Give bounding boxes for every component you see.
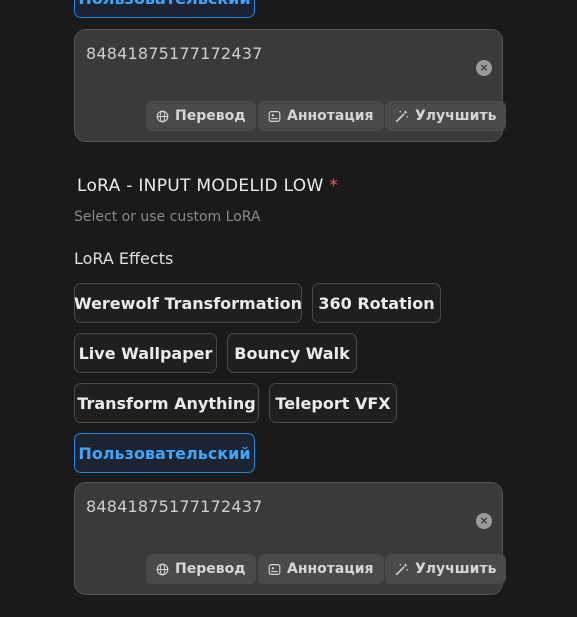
translate-label: Перевод: [175, 561, 246, 577]
translate-button[interactable]: Перевод: [146, 554, 256, 584]
effect-chip-werewolf-transformation[interactable]: Werewolf Transformation: [74, 283, 302, 323]
globe-icon: [156, 563, 169, 575]
effect-chip-live-wallpaper[interactable]: Live Wallpaper: [74, 333, 217, 373]
improve-label: Улучшить: [415, 561, 497, 577]
close-circle-icon[interactable]: ×: [476, 513, 492, 529]
lora-settings-panel: Пользовательский 84841875177172437 × Пер…: [0, 0, 577, 617]
lora-effects-label: LoRA Effects: [74, 249, 174, 268]
prompt-input-lora[interactable]: 84841875177172437: [86, 497, 262, 516]
lora-section-title: LoRA - INPUT MODELID LOW *: [77, 176, 338, 196]
annotate-button[interactable]: Аннотация: [258, 554, 384, 584]
image-caption-icon: [268, 110, 281, 122]
custom-lora-chip-top[interactable]: Пользовательский: [74, 0, 255, 18]
annotate-label: Аннотация: [287, 561, 374, 577]
magic-wand-icon: [395, 109, 409, 123]
effect-chip-bouncy-walk[interactable]: Bouncy Walk: [227, 333, 357, 373]
improve-label: Улучшить: [415, 108, 497, 124]
annotate-label: Аннотация: [287, 108, 374, 124]
improve-button[interactable]: Улучшить: [385, 554, 507, 584]
close-circle-icon[interactable]: ×: [476, 60, 492, 76]
prompt-box-lora: 84841875177172437 × Перевод Аннотация Ул…: [74, 482, 507, 595]
prompt-box-top: 84841875177172437 × Перевод Аннотация Ул…: [74, 29, 507, 142]
effect-chip-360-rotation[interactable]: 360 Rotation: [312, 283, 441, 323]
effect-chip-transform-anything[interactable]: Transform Anything: [74, 383, 259, 423]
translate-label: Перевод: [175, 108, 246, 124]
effect-chip-teleport-vfx[interactable]: Teleport VFX: [269, 383, 397, 423]
globe-icon: [156, 110, 169, 122]
magic-wand-icon: [395, 562, 409, 576]
translate-button-top[interactable]: Перевод: [146, 101, 256, 131]
lora-subtitle: Select or use custom LoRA: [74, 209, 261, 225]
required-mark: *: [329, 176, 339, 196]
annotate-button-top[interactable]: Аннотация: [258, 101, 384, 131]
prompt-input-top[interactable]: 84841875177172437: [86, 44, 262, 63]
image-caption-icon: [268, 563, 281, 575]
improve-button-top[interactable]: Улучшить: [385, 101, 507, 131]
custom-lora-chip[interactable]: Пользовательский: [74, 433, 255, 473]
lora-title-text: LoRA - INPUT MODELID LOW: [77, 176, 324, 196]
